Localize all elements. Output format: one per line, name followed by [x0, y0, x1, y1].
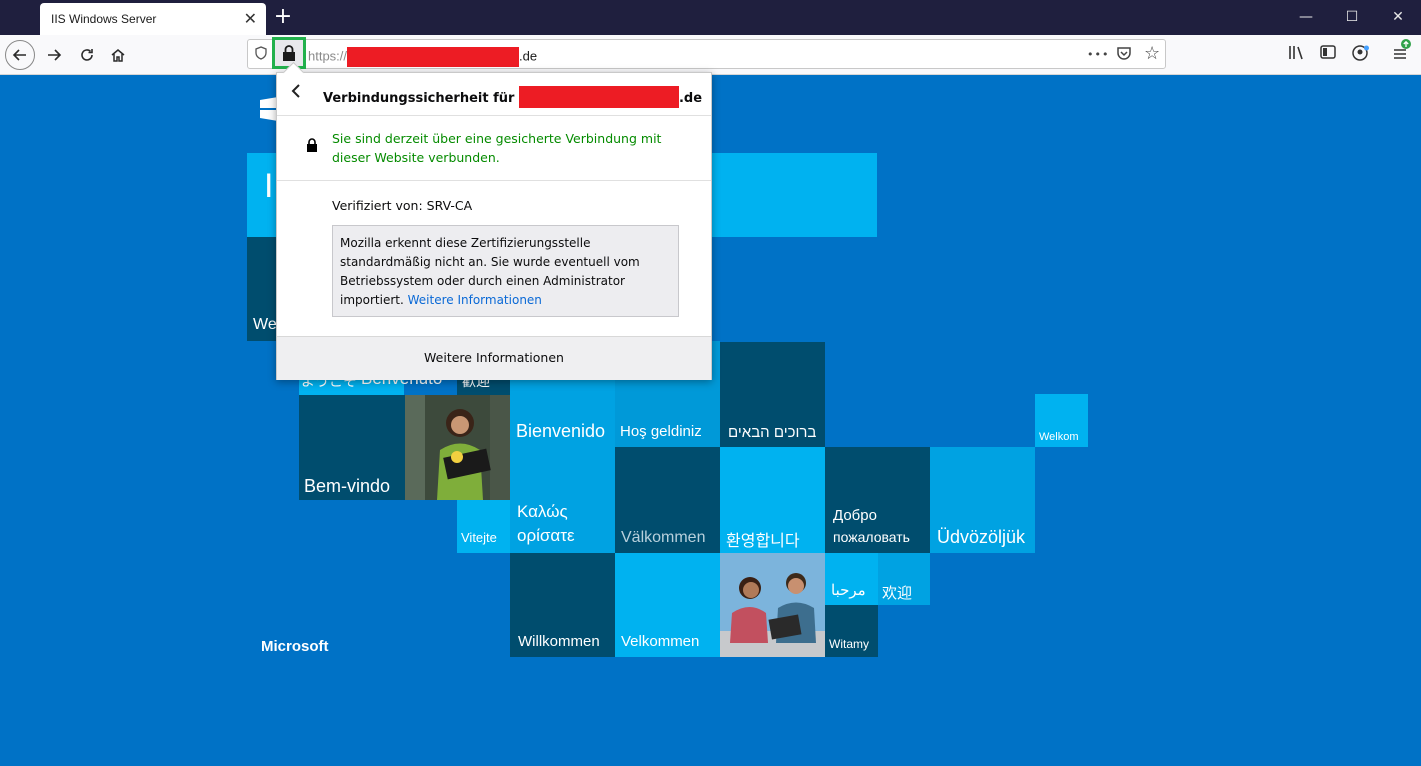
new-tab-button[interactable]: +	[272, 4, 294, 30]
tile-valkommen: Välkommen	[615, 447, 720, 553]
url-bar[interactable]: https:// .de ••• ☆	[247, 37, 1166, 69]
page-actions-more-icon[interactable]: •••	[1087, 48, 1109, 61]
tile-witamy-text: Witamy	[829, 637, 869, 651]
tile-velkommen: Velkommen	[615, 553, 720, 657]
photo-two-people	[720, 553, 825, 657]
bookmark-star-icon[interactable]: ☆	[1144, 43, 1160, 64]
library-icon[interactable]	[1288, 45, 1305, 64]
tile-korean: 환영합니다	[720, 447, 825, 553]
tile-greek-text-1: Καλώς	[517, 502, 568, 521]
redacted-popup-domain	[518, 86, 679, 108]
tile-bem-vindo: Bem-vindo	[299, 395, 405, 500]
pocket-icon[interactable]	[1116, 46, 1132, 65]
tracking-protection-shield-icon[interactable]	[255, 46, 267, 64]
tile-russian: Добро пожаловать	[825, 447, 930, 553]
tile-witamy: Witamy	[825, 605, 878, 657]
arrow-left-icon	[12, 49, 26, 61]
home-button[interactable]	[103, 40, 133, 70]
tile-vitejte-text: Vitejte	[461, 530, 497, 545]
tab-close-icon[interactable]: ✕	[244, 9, 257, 28]
lock-icon	[306, 138, 318, 156]
microsoft-logo: Microsoft	[261, 638, 329, 655]
photo-person-laptop	[405, 395, 510, 500]
tab-iis-windows-server[interactable]: IIS Windows Server ✕	[40, 3, 266, 35]
back-button[interactable]	[5, 40, 35, 70]
popup-back-button[interactable]	[291, 83, 301, 102]
forward-button[interactable]	[39, 40, 69, 70]
secure-connection-section: Sie sind derzeit über eine gesicherte Ve…	[277, 116, 711, 181]
tile-willkommen-text: Willkommen	[518, 633, 600, 650]
tile-welcome-text: We	[253, 316, 277, 333]
sidebar-icon[interactable]	[1320, 45, 1336, 63]
popup-title: Verbindungssicherheit für .de	[323, 86, 702, 108]
more-info-link[interactable]: Weitere Informationen	[408, 293, 542, 307]
tile-arabic-text: مرحبا	[831, 582, 866, 599]
tile-udvozoljuk-text: Üdvözöljük	[937, 527, 1026, 547]
tile-valkommen-text: Välkommen	[621, 529, 706, 546]
tile-russian-text-2: пожаловать	[833, 529, 910, 545]
site-lock-button[interactable]	[272, 37, 306, 69]
account-icon[interactable]	[1352, 45, 1370, 65]
popup-title-suffix: .de	[678, 91, 703, 106]
close-window-button[interactable]: ✕	[1375, 0, 1421, 35]
tile-huanying-text: 欢迎	[882, 585, 913, 602]
tile-welkom-text: Welkom	[1039, 431, 1079, 443]
tile-greek: Καλώς ορίσατε	[510, 447, 615, 553]
tab-title: IIS Windows Server	[51, 12, 157, 26]
reload-icon	[81, 49, 93, 61]
menu-icon[interactable]	[1392, 39, 1412, 65]
tile-willkommen: Willkommen	[510, 553, 615, 657]
tile-arabic: مرحبا	[825, 553, 878, 605]
title-bar: IIS Windows Server ✕ + — ☐ ✕	[0, 0, 1421, 35]
chevron-left-icon	[291, 84, 300, 98]
tile-hebrew: ברוכים הבאים	[720, 342, 825, 447]
person-laptop-image	[405, 395, 510, 500]
verified-by-text: Verifiziert von: SRV-CA	[332, 198, 473, 213]
tile-hos-geldiniz-text: Hoş geldiniz	[620, 423, 702, 440]
heading-text: I	[264, 167, 274, 205]
tile-bienvenido-text: Bienvenido	[516, 421, 606, 441]
url-domain-suffix: .de	[519, 48, 538, 64]
tile-greek-text-2: ορίσατε	[517, 526, 575, 545]
popup-header: Verbindungssicherheit für .de	[277, 73, 711, 116]
url-scheme: https://	[308, 48, 348, 64]
tile-russian-text-1: Добро	[833, 507, 877, 524]
more-info-button[interactable]: Weitere Informationen	[277, 336, 711, 380]
arrow-right-icon	[48, 49, 62, 61]
tile-huanying: 欢迎	[878, 553, 930, 605]
tile-udvozoljuk: Üdvözöljük	[930, 447, 1035, 553]
ca-warning-box: Mozilla erkennt diese Zertifizierungsste…	[332, 225, 679, 317]
reload-button[interactable]	[72, 40, 102, 70]
maximize-button[interactable]: ☐	[1329, 0, 1375, 35]
two-people-image	[720, 553, 825, 657]
tile-welkom: Welkom	[1035, 394, 1088, 447]
tile-hebrew-text: ברוכים הבאים	[728, 424, 817, 441]
home-icon	[111, 49, 125, 62]
popup-title-text: Verbindungssicherheit für	[323, 91, 515, 106]
tile-velkommen-text: Velkommen	[621, 633, 700, 650]
connection-security-popup: Verbindungssicherheit für .de Sie sind d…	[276, 61, 712, 380]
minimize-button[interactable]: —	[1283, 0, 1329, 35]
url-text[interactable]: https:// .de	[308, 47, 537, 67]
redacted-domain	[347, 47, 520, 67]
more-info-button-label: Weitere Informationen	[424, 350, 564, 365]
navigation-bar: https:// .de ••• ☆	[0, 35, 1421, 75]
lock-icon	[283, 45, 295, 61]
tile-bem-vindo-text: Bem-vindo	[304, 476, 391, 496]
secure-status-text: Sie sind derzeit über eine gesicherte Ve…	[332, 131, 662, 165]
tile-vitejte: Vitejte	[457, 500, 510, 553]
tile-korean-text: 환영합니다	[726, 533, 800, 550]
